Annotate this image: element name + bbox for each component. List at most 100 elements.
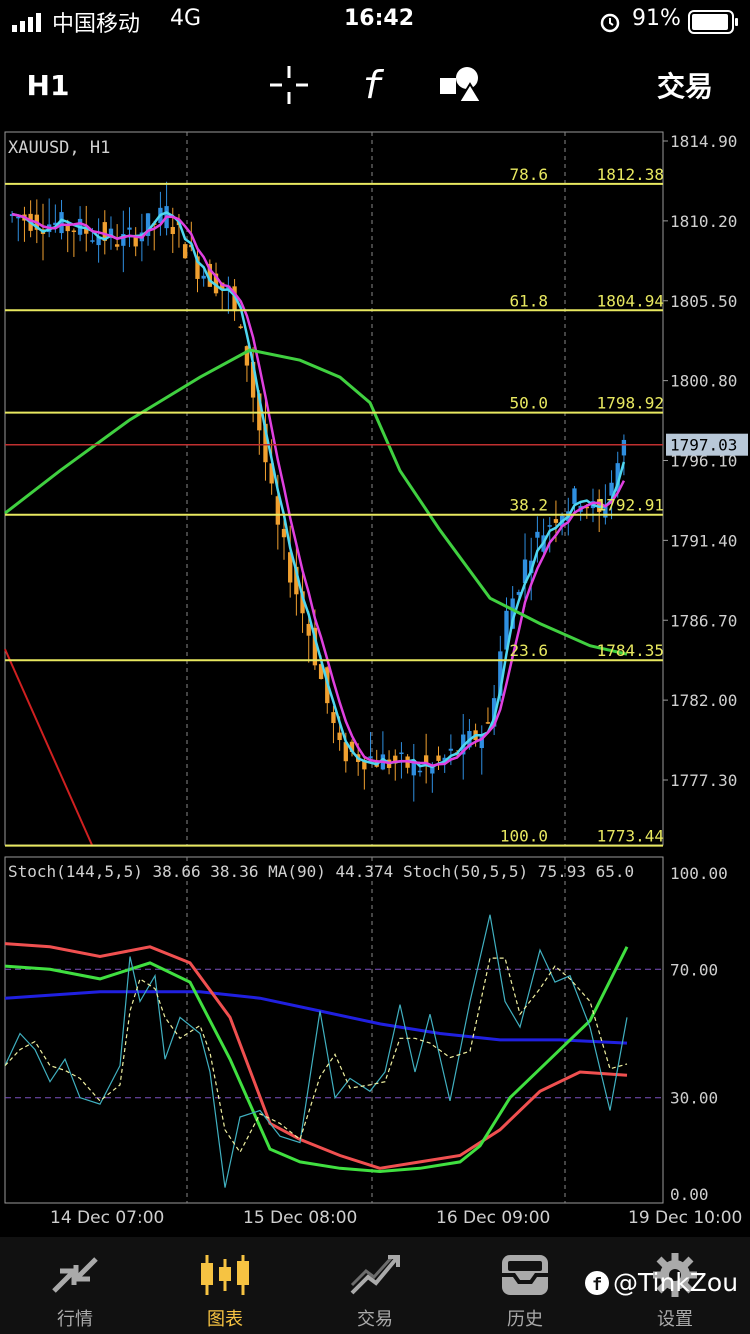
fib-level-label: 78.6 — [509, 165, 548, 184]
tab-history[interactable]: 历史 — [450, 1237, 600, 1334]
candle — [393, 749, 398, 781]
fib-level-label: 100.0 — [500, 827, 548, 846]
trade-button[interactable]: 交易 — [650, 50, 720, 120]
candle-body — [547, 525, 552, 527]
price-label: 1786.70 — [670, 611, 737, 630]
candle-body — [170, 227, 175, 235]
candle — [380, 731, 386, 771]
candle — [47, 198, 52, 238]
candle-body — [127, 227, 132, 230]
fib-price-label: 1773.44 — [597, 827, 664, 846]
moving-averages — [4, 211, 663, 846]
trend-line — [4, 648, 93, 846]
candle-body — [244, 346, 250, 366]
candle-body — [485, 722, 491, 724]
indicators-button[interactable]: f — [350, 50, 396, 120]
time-label: 15 Dec 08:00 — [243, 1208, 358, 1228]
clock: 16:42 — [344, 6, 415, 31]
candle-body — [436, 755, 441, 761]
candle-body — [238, 326, 243, 328]
trade-icon — [350, 1255, 400, 1295]
candle — [164, 181, 169, 236]
time-axis: 14 Dec 07:00 15 Dec 08:00 16 Dec 09:00 1… — [0, 1203, 750, 1235]
fib-level-label: 38.2 — [509, 496, 548, 515]
tab-quotes[interactable]: 行情 — [0, 1237, 150, 1334]
candle — [485, 707, 491, 724]
candle — [133, 227, 138, 257]
fib-price-label: 1784.35 — [597, 641, 664, 660]
tab-label: 图表 — [207, 1309, 243, 1330]
tab-label: 交易 — [357, 1309, 393, 1330]
candle — [96, 218, 101, 263]
stoch-level-label: 30.00 — [670, 1089, 718, 1108]
candle — [16, 214, 21, 242]
battery-icon — [688, 10, 738, 34]
candle — [102, 210, 107, 255]
candle — [436, 746, 441, 771]
price-label: 1810.20 — [670, 212, 737, 231]
fib-price-label: 1804.94 — [597, 291, 664, 310]
tab-label: 设置 — [657, 1309, 693, 1330]
candle — [331, 705, 336, 744]
crosshair-button[interactable] — [266, 50, 312, 120]
price-axis: 1814.901810.201805.501800.801796.101791.… — [663, 132, 748, 790]
candle-body — [337, 732, 342, 741]
candle-body — [417, 770, 423, 773]
stoch-level-label: 100.00 — [670, 864, 728, 883]
candle-body — [399, 752, 404, 755]
svg-text:f: f — [592, 1275, 602, 1295]
tab-chart[interactable]: 图表 — [150, 1237, 300, 1334]
fib-level-label: 50.0 — [509, 394, 548, 413]
candle — [226, 276, 231, 314]
watermark-text: @TinkZou — [613, 1268, 739, 1297]
candles — [9, 181, 627, 802]
signal-icon — [12, 13, 41, 32]
quotes-icon — [52, 1257, 98, 1293]
crosshair-icon — [270, 66, 308, 104]
stoch-level-label: 70.00 — [670, 960, 718, 979]
price-label: 1800.80 — [670, 372, 737, 391]
price-label: 1805.50 — [670, 292, 737, 311]
candle — [182, 241, 188, 259]
tab-label: 行情 — [57, 1309, 93, 1330]
svg-text:f: f — [361, 63, 385, 107]
stoch-grid — [4, 856, 664, 1204]
candle-body — [281, 528, 287, 538]
time-label: 19 Dec 10:00 — [628, 1208, 743, 1228]
tab-label: 历史 — [507, 1309, 543, 1330]
candle — [9, 210, 15, 223]
candle — [108, 216, 114, 250]
candlestick-icon — [201, 1255, 249, 1295]
candle-body — [201, 275, 206, 279]
price-chart[interactable]: 78.6 1812.38 61.8 1804.94 50.0 1798.92 38.2 179… — [0, 130, 750, 850]
stoch-fast-signal-line — [4, 957, 628, 1154]
stoch-lines — [4, 914, 629, 1188]
candle-body — [621, 439, 627, 456]
price-label: 1782.00 — [670, 691, 737, 710]
shapes-icon — [440, 67, 483, 103]
objects-button[interactable] — [436, 50, 484, 120]
fib-level-label: 23.6 — [509, 641, 548, 660]
timeframe-button[interactable]: H1 — [18, 50, 78, 120]
stochastic-panel[interactable]: 100.00 70.00 30.00 0.00 Stoch(144,5,5) 38.6… — [0, 855, 750, 1205]
candle-body — [182, 244, 188, 259]
candle — [71, 228, 77, 257]
fib-price-label: 1792.91 — [597, 496, 664, 515]
candle — [121, 210, 126, 273]
tab-trade[interactable]: 交易 — [300, 1237, 450, 1334]
candle — [405, 754, 410, 774]
candle — [578, 501, 583, 521]
fib-level-label: 61.8 — [509, 291, 548, 310]
stoch-frame — [4, 856, 664, 1204]
fib-price-label: 1812.38 — [597, 165, 664, 184]
status-bar: 中国移动 4G 16:42 91% — [0, 0, 750, 42]
candle — [220, 282, 225, 311]
carrier: 中国移动 — [52, 12, 141, 37]
function-icon: f — [361, 63, 385, 107]
price-label: 1791.40 — [670, 531, 737, 550]
watermark: f @TinkZou — [584, 1268, 738, 1297]
candle-body — [306, 623, 311, 636]
candle-body — [114, 244, 120, 247]
fib-price-label: 1798.92 — [597, 394, 664, 413]
candle-body — [553, 519, 559, 523]
